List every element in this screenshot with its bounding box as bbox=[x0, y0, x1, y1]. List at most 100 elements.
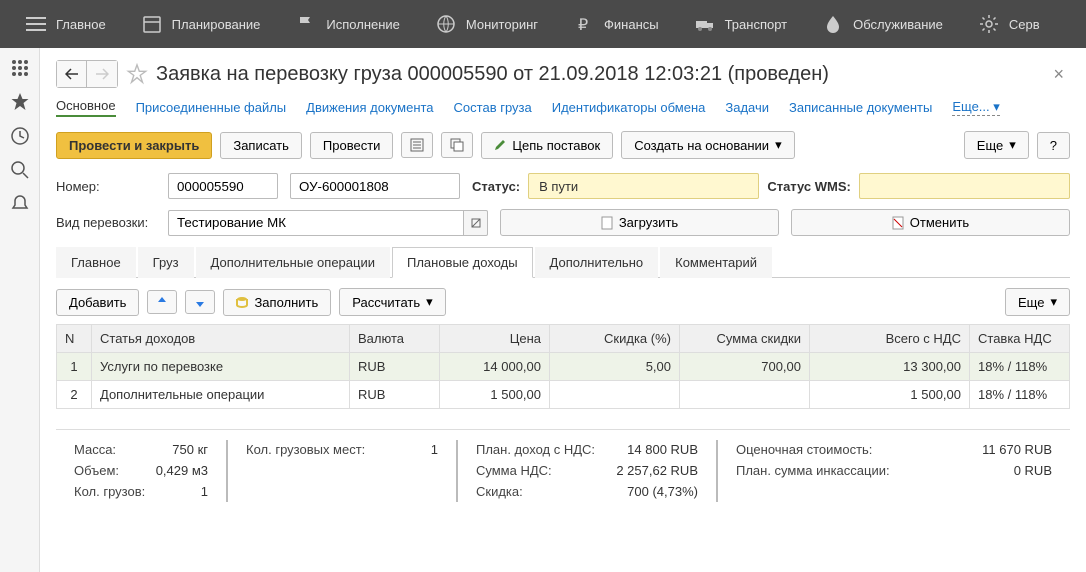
col-disc-pct[interactable]: Скидка (%) bbox=[550, 325, 680, 353]
subnav-files[interactable]: Присоединенные файлы bbox=[136, 100, 287, 115]
history-icon[interactable] bbox=[10, 126, 30, 146]
subnav-cargo[interactable]: Состав груза bbox=[454, 100, 532, 115]
doc-lines-icon[interactable] bbox=[401, 132, 433, 158]
nav-label: Главное bbox=[56, 17, 106, 32]
supply-chain-button[interactable]: Цепь поставок bbox=[481, 132, 613, 159]
favorite-star-icon[interactable] bbox=[126, 63, 148, 85]
drop-icon bbox=[823, 14, 843, 34]
nav-monitoring[interactable]: Мониторинг bbox=[418, 0, 556, 48]
nav-planning[interactable]: Планирование bbox=[124, 0, 279, 48]
post-button[interactable]: Провести bbox=[310, 132, 394, 159]
create-based-button[interactable]: Создать на основании ▾ bbox=[621, 131, 794, 159]
subnav-ids[interactable]: Идентификаторы обмена bbox=[552, 100, 706, 115]
cancel-button[interactable]: Отменить bbox=[791, 209, 1070, 236]
col-total[interactable]: Всего с НДС bbox=[810, 325, 970, 353]
col-n[interactable]: N bbox=[57, 325, 92, 353]
status-label: Статус: bbox=[472, 179, 520, 194]
wms-value bbox=[859, 173, 1070, 199]
subnav: Основное Присоединенные файлы Движения д… bbox=[56, 98, 1070, 117]
globe-icon bbox=[436, 14, 456, 34]
sidebar bbox=[0, 48, 40, 572]
col-cur[interactable]: Валюта bbox=[350, 325, 440, 353]
doc-icon bbox=[601, 216, 613, 230]
doc-cancel-icon bbox=[892, 216, 904, 230]
wms-label: Статус WMS: bbox=[767, 179, 851, 194]
type-input[interactable] bbox=[168, 210, 464, 236]
tab-extra-ops[interactable]: Дополнительные операции bbox=[196, 247, 390, 278]
post-close-button[interactable]: Провести и закрыть bbox=[56, 132, 212, 159]
ruble-icon: ₽ bbox=[574, 14, 594, 34]
nav-label: Финансы bbox=[604, 17, 659, 32]
content: Заявка на перевозку груза 000005590 от 2… bbox=[40, 48, 1086, 572]
help-button[interactable]: ? bbox=[1037, 132, 1070, 159]
nav-label: Исполнение bbox=[326, 17, 400, 32]
back-button[interactable] bbox=[57, 61, 87, 87]
subnav-moves[interactable]: Движения документа bbox=[306, 100, 433, 115]
menu-toggle[interactable]: Главное bbox=[8, 0, 124, 48]
top-navbar: Главное Планирование Исполнение Монитори… bbox=[0, 0, 1086, 48]
fill-button[interactable]: Заполнить bbox=[223, 289, 331, 316]
nav-transport[interactable]: Транспорт bbox=[677, 0, 806, 48]
nav-maintenance[interactable]: Обслуживание bbox=[805, 0, 961, 48]
bell-icon[interactable] bbox=[10, 194, 30, 214]
load-button[interactable]: Загрузить bbox=[500, 209, 779, 236]
db-icon bbox=[236, 296, 248, 308]
type-label: Вид перевозки: bbox=[56, 215, 156, 230]
nav-finance[interactable]: ₽ Финансы bbox=[556, 0, 677, 48]
nav-label: Мониторинг bbox=[466, 17, 538, 32]
flag-icon bbox=[296, 14, 316, 34]
nav-label: Транспорт bbox=[725, 17, 788, 32]
table-more-button[interactable]: Еще ▾ bbox=[1005, 288, 1070, 316]
type-open-button[interactable] bbox=[464, 210, 488, 236]
hamburger-icon bbox=[26, 14, 46, 34]
toolbar: Провести и закрыть Записать Провести Цеп… bbox=[56, 131, 1070, 159]
calc-button[interactable]: Рассчитать ▾ bbox=[339, 288, 445, 316]
star-icon[interactable] bbox=[10, 92, 30, 112]
col-disc-sum[interactable]: Сумма скидки bbox=[680, 325, 810, 353]
more-button[interactable]: Еще ▾ bbox=[964, 131, 1029, 159]
subnav-main[interactable]: Основное bbox=[56, 98, 116, 117]
gear-icon bbox=[979, 14, 999, 34]
close-button[interactable]: × bbox=[1047, 64, 1070, 85]
subnav-docs[interactable]: Записанные документы bbox=[789, 100, 932, 115]
nav-label: Обслуживание bbox=[853, 17, 943, 32]
nav-label: Серв bbox=[1009, 17, 1040, 32]
nav-buttons bbox=[56, 60, 118, 88]
subnav-more[interactable]: Еще... ▾ bbox=[952, 99, 999, 116]
truck-icon bbox=[695, 14, 715, 34]
copy-icon[interactable] bbox=[441, 132, 473, 158]
table-toolbar: Добавить Заполнить Рассчитать ▾ Еще ▾ bbox=[56, 288, 1070, 316]
income-grid: N Статья доходов Валюта Цена Скидка (%) … bbox=[56, 324, 1070, 409]
status-value: В пути bbox=[528, 173, 759, 199]
nav-service[interactable]: Серв bbox=[961, 0, 1058, 48]
pencil-icon bbox=[494, 139, 506, 151]
apps-icon[interactable] bbox=[10, 58, 30, 78]
tab-main[interactable]: Главное bbox=[56, 247, 136, 278]
move-down-button[interactable] bbox=[185, 290, 215, 314]
nav-label: Планирование bbox=[172, 17, 261, 32]
tabs: Главное Груз Дополнительные операции Пла… bbox=[56, 246, 1070, 278]
add-row-button[interactable]: Добавить bbox=[56, 289, 139, 316]
subnav-tasks[interactable]: Задачи bbox=[725, 100, 769, 115]
col-item[interactable]: Статья доходов bbox=[92, 325, 350, 353]
svg-text:₽: ₽ bbox=[578, 17, 588, 34]
col-price[interactable]: Цена bbox=[440, 325, 550, 353]
ext-number-input[interactable] bbox=[290, 173, 460, 199]
tab-planned-income[interactable]: Плановые доходы bbox=[392, 247, 533, 278]
tab-additional[interactable]: Дополнительно bbox=[535, 247, 659, 278]
summary: Масса:750 кг Объем:0,429 м3 Кол. грузов:… bbox=[56, 429, 1070, 502]
move-up-button[interactable] bbox=[147, 290, 177, 314]
tab-cargo[interactable]: Груз bbox=[138, 247, 194, 278]
page-title: Заявка на перевозку груза 000005590 от 2… bbox=[156, 63, 829, 86]
number-label: Номер: bbox=[56, 179, 156, 194]
table-row[interactable]: 2 Дополнительные операции RUB 1 500,00 1… bbox=[57, 381, 1070, 409]
col-vat[interactable]: Ставка НДС bbox=[970, 325, 1070, 353]
nav-execution[interactable]: Исполнение bbox=[278, 0, 418, 48]
search-icon[interactable] bbox=[10, 160, 30, 180]
tab-comment[interactable]: Комментарий bbox=[660, 247, 772, 278]
save-button[interactable]: Записать bbox=[220, 132, 302, 159]
forward-button[interactable] bbox=[87, 61, 117, 87]
calendar-icon bbox=[142, 14, 162, 34]
number-input[interactable] bbox=[168, 173, 278, 199]
table-row[interactable]: 1 Услуги по перевозке RUB 14 000,00 5,00… bbox=[57, 353, 1070, 381]
